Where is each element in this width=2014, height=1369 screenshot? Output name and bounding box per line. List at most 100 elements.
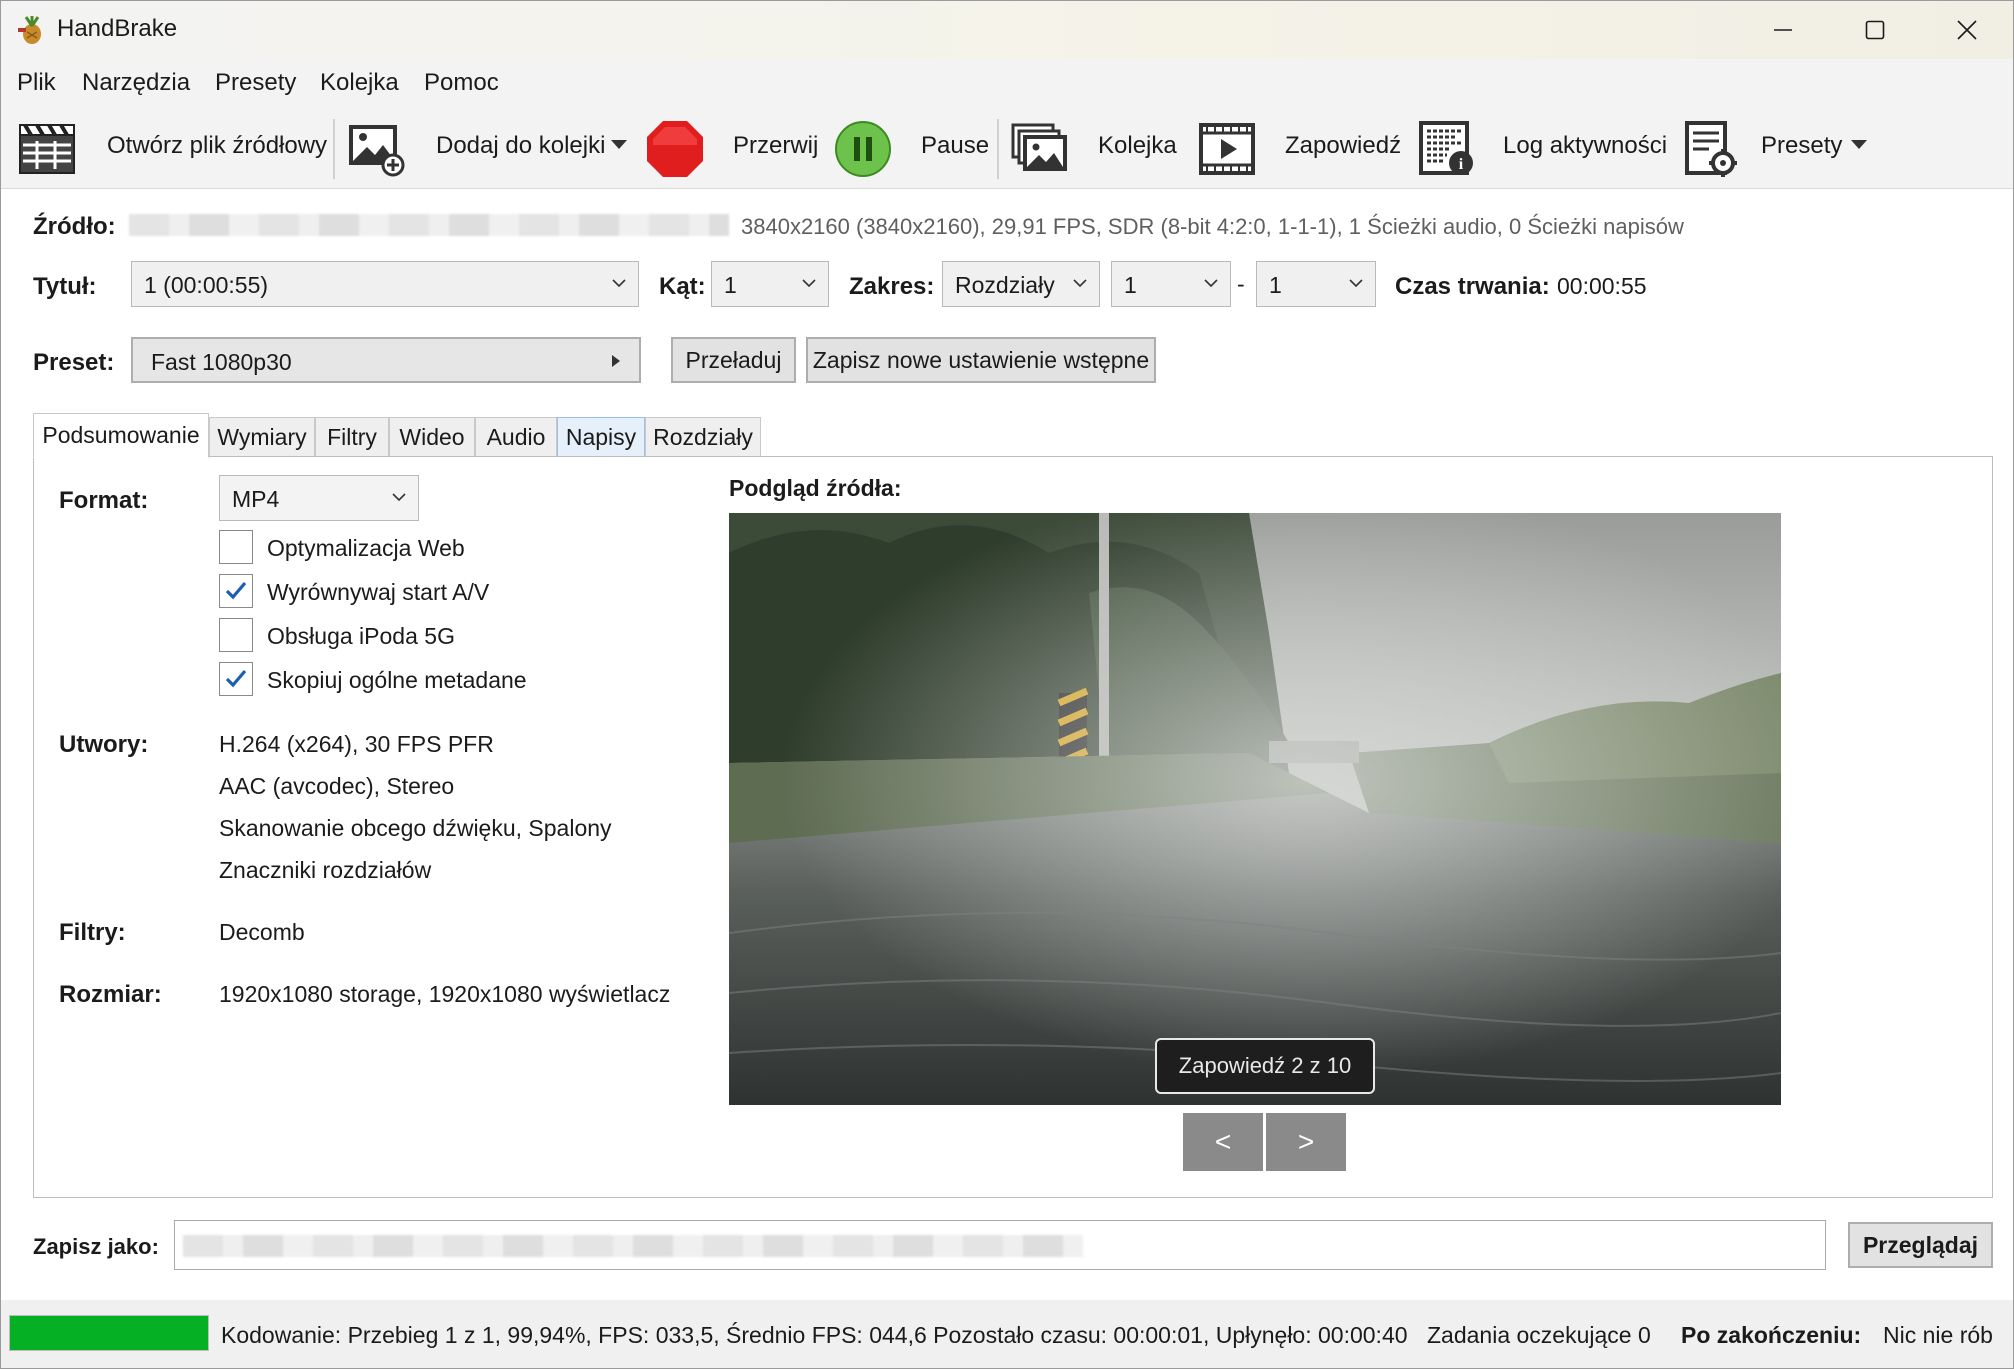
- close-button[interactable]: [1921, 1, 2013, 59]
- presets-dropdown-icon[interactable]: [1851, 140, 1867, 149]
- copy-metadata-checkbox[interactable]: [219, 662, 253, 696]
- format-label: Format:: [59, 487, 149, 514]
- checkmark-icon: [225, 581, 247, 600]
- add-to-queue-dropdown-icon[interactable]: [611, 140, 627, 149]
- save-path-redacted: [183, 1235, 1083, 1257]
- preset-selector[interactable]: Fast 1080p30: [131, 337, 641, 383]
- chevron-down-icon: [612, 279, 626, 288]
- range-start-select[interactable]: 1: [1111, 261, 1231, 307]
- stop-label: Przerwij: [733, 132, 819, 159]
- tab-dimensions[interactable]: Wymiary: [209, 417, 315, 457]
- source-info: 3840x2160 (3840x2160), 29,91 FPS, SDR (8…: [741, 214, 1684, 239]
- tab-chapters[interactable]: Rozdziały: [645, 417, 761, 457]
- tab-filters[interactable]: Filtry: [315, 417, 389, 457]
- title-select-value: 1 (00:00:55): [144, 272, 269, 298]
- menu-bar: Plik Narzędzia Presety Kolejka Pomoc: [1, 59, 2013, 109]
- film-preview-icon: [1199, 123, 1255, 175]
- toolbar-separator: [997, 119, 999, 179]
- stop-icon: [647, 121, 703, 177]
- chevron-down-icon: [1349, 279, 1363, 288]
- web-optimize-label: Optymalizacja Web: [267, 535, 465, 561]
- title-bar: HandBrake: [1, 1, 2013, 59]
- checkmark-icon: [225, 669, 247, 688]
- menu-file[interactable]: Plik: [17, 69, 56, 97]
- range-end-value: 1: [1269, 272, 1282, 298]
- status-bar: Kodowanie: Przebieg 1 z 1, 99,94%, FPS: …: [1, 1300, 2013, 1368]
- after-completion-label: Po zakończeniu:: [1681, 1322, 1862, 1348]
- title-label: Tytuł:: [33, 273, 97, 300]
- web-optimize-checkbox[interactable]: [219, 530, 253, 564]
- format-select-value: MP4: [232, 486, 280, 512]
- queue-label: Kolejka: [1098, 132, 1177, 159]
- ipod-5g-checkbox[interactable]: [219, 618, 253, 652]
- filters-label: Filtry:: [59, 919, 126, 946]
- preview-prev-button[interactable]: <: [1183, 1113, 1263, 1171]
- menu-help[interactable]: Pomoc: [424, 69, 499, 97]
- align-av-checkbox[interactable]: [219, 574, 253, 608]
- tab-subtitles[interactable]: Napisy: [557, 417, 645, 457]
- maximize-button[interactable]: [1829, 1, 1921, 59]
- save-as-label: Zapisz jako:: [33, 1234, 159, 1259]
- clapperboard-icon: [19, 123, 75, 174]
- minimize-icon: [1774, 29, 1792, 31]
- angle-select[interactable]: 1: [711, 261, 829, 307]
- source-path-redacted: [129, 214, 729, 236]
- save-new-preset-button[interactable]: Zapisz nowe ustawienie wstępne: [806, 337, 1156, 383]
- add-image-icon: [349, 125, 405, 177]
- close-icon: [1957, 20, 1977, 40]
- encode-progress-fill: [10, 1316, 208, 1350]
- title-select[interactable]: 1 (00:00:55): [131, 261, 639, 307]
- range-label: Zakres:: [849, 273, 935, 300]
- browse-button[interactable]: Przeglądaj: [1848, 1222, 1993, 1268]
- range-end-select[interactable]: 1: [1256, 261, 1376, 307]
- tab-summary[interactable]: Podsumowanie: [33, 413, 209, 458]
- pending-jobs: Zadania oczekujące 0: [1427, 1322, 1651, 1348]
- presets-label: Presety: [1761, 132, 1843, 159]
- open-source-label: Otwórz plik źródłowy: [107, 132, 328, 159]
- size-value: 1920x1080 storage, 1920x1080 wyświetlacz: [219, 981, 671, 1007]
- chevron-down-icon: [1073, 279, 1087, 288]
- preview-next-button[interactable]: >: [1266, 1113, 1346, 1171]
- size-label: Rozmiar:: [59, 981, 162, 1008]
- caret-right-icon: [612, 355, 620, 367]
- angle-select-value: 1: [724, 272, 737, 298]
- encoding-status: Kodowanie: Przebieg 1 z 1, 99,94%, FPS: …: [221, 1322, 1408, 1348]
- menu-presets[interactable]: Presety: [215, 69, 296, 97]
- save-path-input[interactable]: [174, 1220, 1826, 1270]
- format-select[interactable]: MP4: [219, 475, 419, 521]
- rainy-road-scene: [729, 513, 1781, 1105]
- toolbar: Otwórz plik źródłowy Dodaj do kolejki Pr…: [1, 109, 2013, 189]
- pause-icon: [835, 121, 891, 177]
- pause-label: Pause: [921, 132, 990, 159]
- range-type-select[interactable]: Rozdziały: [942, 261, 1100, 307]
- menu-queue[interactable]: Kolejka: [320, 69, 399, 97]
- preview-heading: Podgląd źródła:: [729, 475, 902, 501]
- chevron-down-icon: [802, 279, 816, 288]
- align-av-label: Wyrównywaj start A/V: [267, 579, 490, 605]
- ipod-5g-label: Obsługa iPoda 5G: [267, 623, 455, 649]
- menu-tools[interactable]: Narzędzia: [82, 69, 190, 97]
- handbrake-pineapple-icon: [18, 16, 41, 44]
- preview-caption: Zapowiedź 2 z 10: [1155, 1038, 1375, 1094]
- presets-settings-icon: [1685, 121, 1737, 177]
- activity-log-icon: i: [1419, 121, 1473, 175]
- tab-audio[interactable]: Audio: [475, 417, 557, 457]
- add-to-queue-label: Dodaj do kolejki: [436, 132, 606, 159]
- encode-progress-bar: [9, 1315, 209, 1351]
- tab-video[interactable]: Wideo: [389, 417, 475, 457]
- queue-images-icon: [1011, 123, 1067, 171]
- duration-value: 00:00:55: [1557, 273, 1647, 299]
- reload-button[interactable]: Przeładuj: [671, 337, 796, 383]
- track-video: H.264 (x264), 30 FPS PFR: [219, 731, 494, 757]
- angle-label: Kąt:: [659, 273, 706, 300]
- copy-metadata-label: Skopiuj ogólne metadane: [267, 667, 527, 693]
- filters-value: Decomb: [219, 919, 305, 945]
- duration-label: Czas trwania:: [1395, 273, 1550, 300]
- after-completion-value[interactable]: Nic nie rób: [1883, 1322, 1993, 1349]
- minimize-button[interactable]: [1737, 1, 1829, 59]
- range-start-value: 1: [1124, 272, 1137, 298]
- tracks-label: Utwory:: [59, 731, 149, 758]
- preset-label: Preset:: [33, 349, 115, 376]
- track-chapter-markers: Znaczniki rozdziałów: [219, 857, 432, 883]
- range-dash: -: [1237, 271, 1245, 297]
